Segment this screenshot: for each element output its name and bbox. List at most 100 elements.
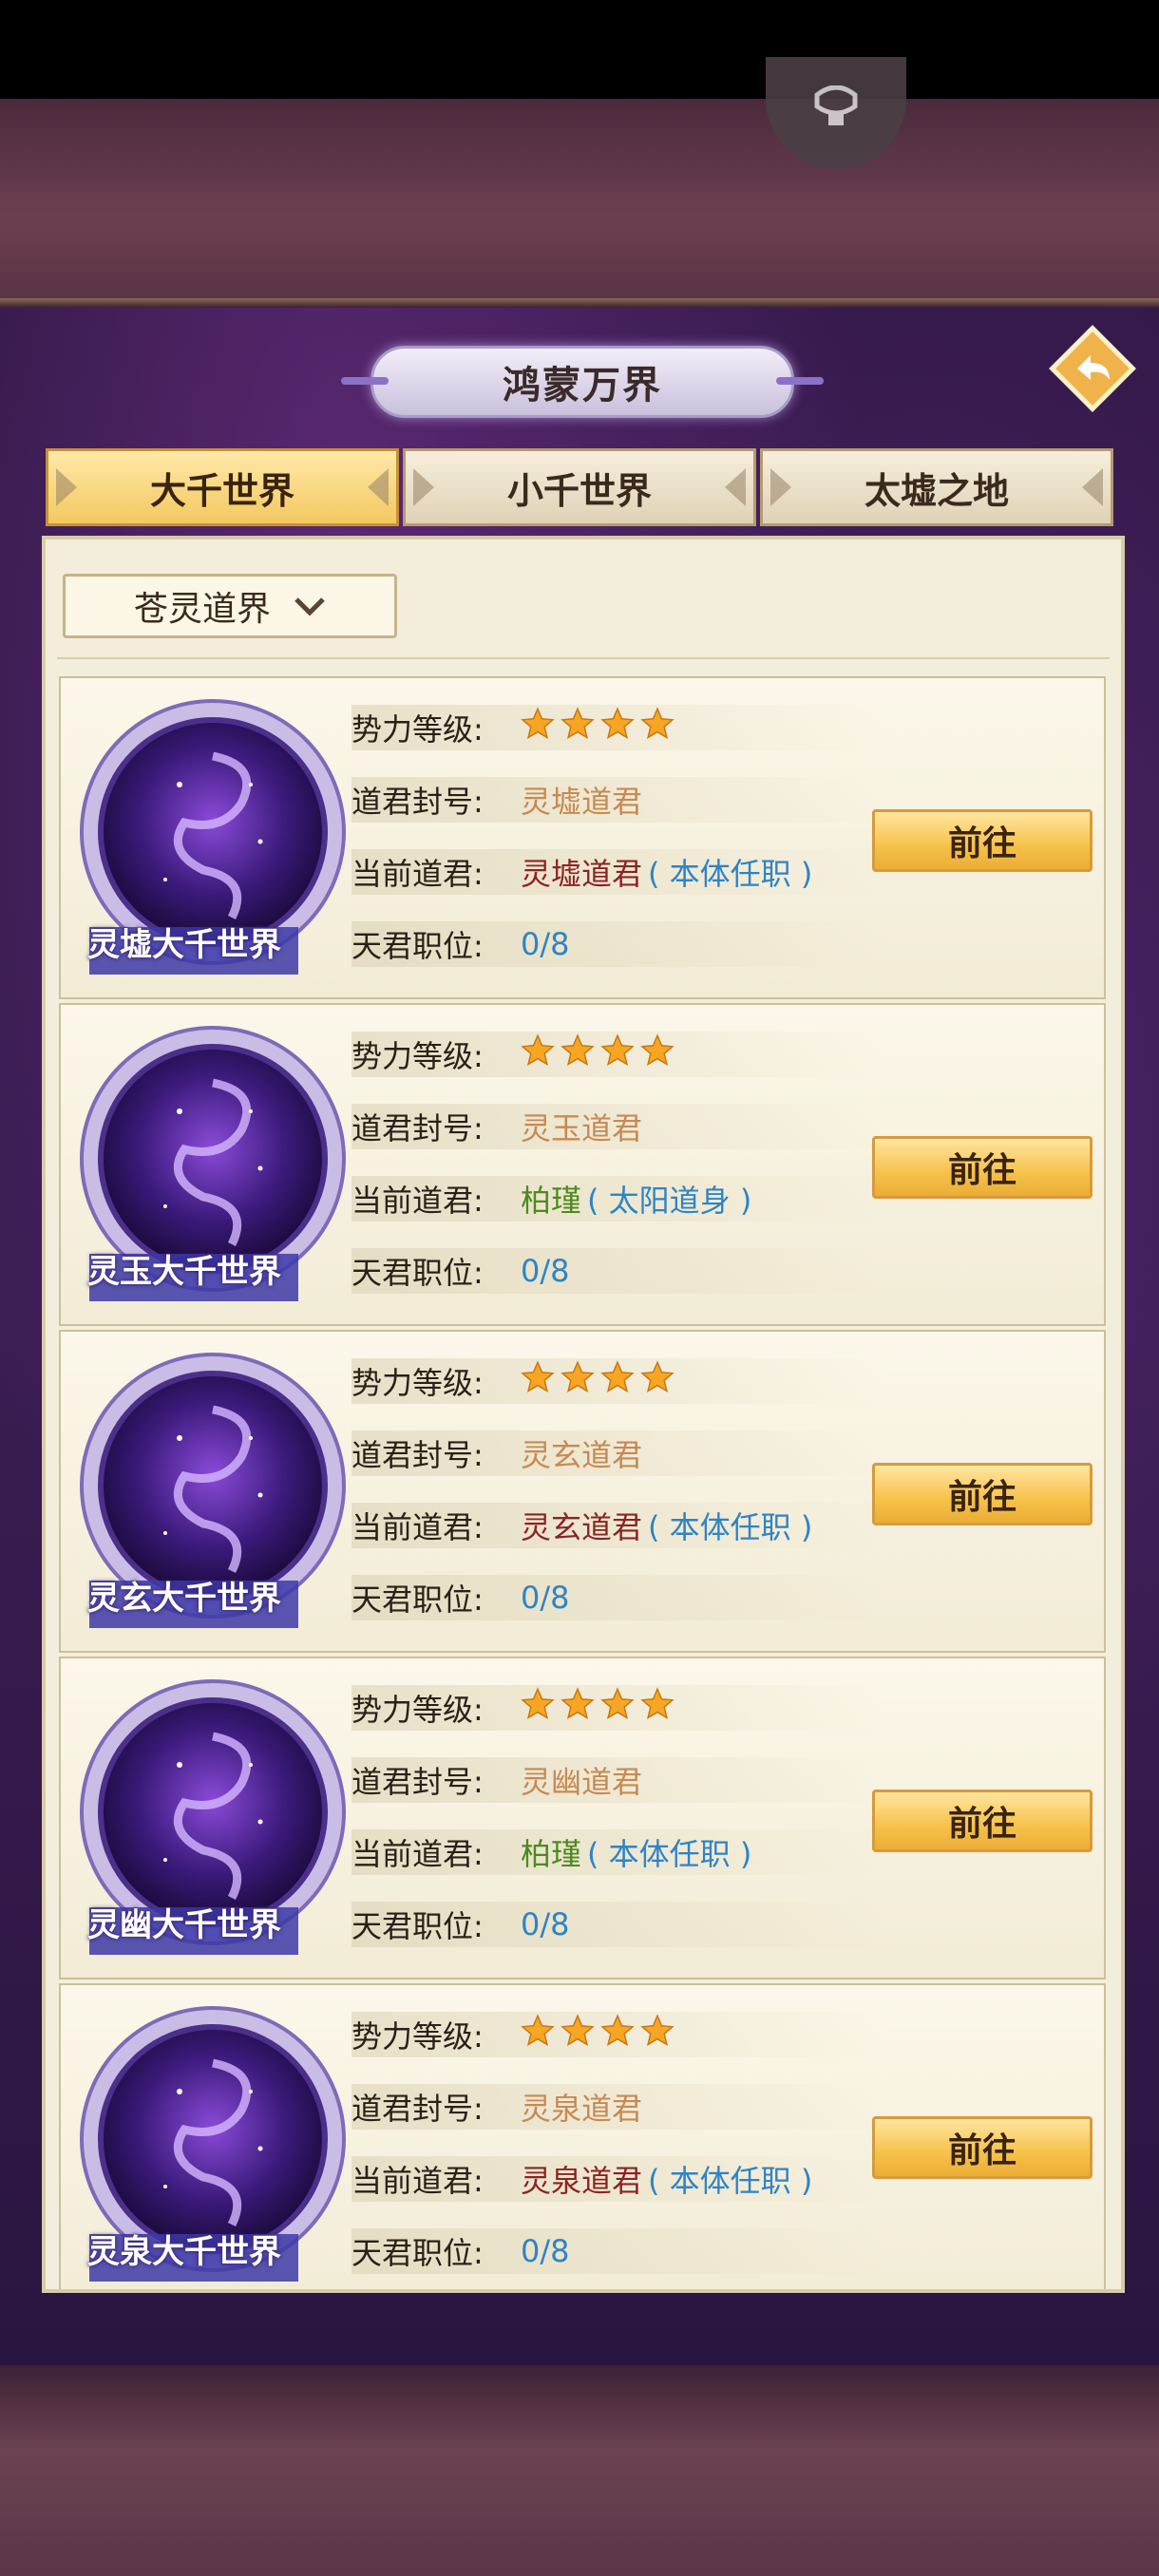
ruler-note: ( 太阳道身 ) — [587, 1183, 752, 1219]
star-rating — [521, 707, 674, 748]
realm-dropdown[interactable]: 苍灵道界 — [63, 574, 397, 638]
level-label: 势力等级: — [352, 1038, 484, 1074]
star-icon — [640, 707, 674, 748]
title-label: 道君封号: — [352, 1764, 484, 1800]
title-ornament-right — [776, 377, 824, 385]
seats-row: 天君职位: 0/8 — [352, 914, 884, 975]
seats-label: 天君职位: — [352, 1582, 484, 1618]
level-row: 势力等级: — [352, 697, 884, 758]
seats-label: 天君职位: — [352, 1908, 484, 1944]
seats-value: 0/8 — [521, 2233, 570, 2269]
ruler-name: 灵泉道君 — [521, 2163, 643, 2199]
level-label: 势力等级: — [352, 711, 484, 748]
go-button-label: 前往 — [947, 1805, 1016, 1844]
star-icon — [521, 707, 555, 748]
world-card: 灵玄大千世界 势力等级: 道君封号: 灵玄道君当前道君: 灵玄道君( 本体任职 ) 天君职… — [59, 1330, 1106, 1653]
star-rating — [521, 1360, 674, 1402]
status-bar — [0, 0, 1159, 99]
go-button-label: 前往 — [947, 1478, 1016, 1517]
seats-row: 天君职位: 0/8 — [352, 1894, 884, 1955]
world-card: 灵墟大千世界 势力等级: 道君封号: 灵墟道君 当前道君: 灵墟道君( 本体任职 ) 天君职… — [59, 676, 1106, 999]
ruler-note: ( 本体任职 ) — [648, 856, 813, 892]
star-rating — [521, 1033, 674, 1075]
ruler-note: ( 本体任职 ) — [648, 2163, 813, 2199]
level-label: 势力等级: — [352, 2018, 484, 2055]
go-button[interactable]: 前往 — [872, 809, 1092, 872]
level-row: 势力等级: — [352, 1024, 884, 1085]
star-rating — [521, 2014, 674, 2055]
ruler-name: 柏瑾 — [521, 1836, 582, 1872]
star-icon — [600, 1687, 635, 1729]
star-icon — [640, 2014, 674, 2055]
tab-small-world[interactable]: 小千世界 — [403, 448, 756, 526]
star-icon — [640, 1033, 674, 1075]
star-icon — [521, 1360, 555, 1402]
ruler-note: ( 本体任职 ) — [587, 1836, 752, 1872]
current-label: 当前道君: — [352, 1183, 484, 1219]
title-ornament-left — [341, 377, 389, 385]
world-name: 灵玄大千世界 — [87, 1580, 281, 1618]
seats-value: 0/8 — [521, 1580, 570, 1616]
title-label: 道君封号: — [352, 784, 484, 820]
bottom-background — [0, 2365, 1159, 2576]
tab-great-world[interactable]: 大千世界 — [46, 448, 399, 526]
seats-label: 天君职位: — [352, 928, 484, 964]
tab-label: 小千世界 — [506, 469, 652, 512]
seats-row: 天君职位: 0/8 — [352, 2221, 884, 2282]
star-icon — [600, 707, 635, 748]
current-label: 当前道君: — [352, 2163, 484, 2199]
tab-label: 大千世界 — [149, 469, 294, 512]
title-row: 道君封号: 灵玄道君 — [352, 1423, 884, 1484]
back-arrow-icon — [1049, 325, 1136, 412]
world-card: 灵泉大千世界 势力等级: 道君封号: 灵泉道君 当前道君: 灵泉道君( 本体任职 ) 天君职… — [59, 1983, 1106, 2289]
world-tabs: 大千世界 小千世界 太墟之地 — [46, 448, 1113, 526]
tab-taixu-land[interactable]: 太墟之地 — [760, 448, 1113, 526]
go-button[interactable]: 前往 — [872, 2116, 1092, 2179]
tab-label: 太墟之地 — [864, 469, 1009, 512]
seats-row: 天君职位: 0/8 — [352, 1567, 884, 1628]
title-row: 道君封号: 灵幽道君 — [352, 1750, 884, 1810]
star-icon — [521, 1033, 555, 1075]
go-button[interactable]: 前往 — [872, 1790, 1092, 1852]
ruler-name: 灵墟道君 — [521, 856, 643, 892]
title-row: 道君封号: 灵墟道君 — [352, 769, 884, 830]
chevron-down-icon — [294, 597, 325, 616]
level-row: 势力等级: — [352, 1351, 884, 1411]
current-row: 当前道君: 灵玄道君( 本体任职 ) — [352, 1495, 922, 1556]
star-icon — [560, 1033, 595, 1075]
page-title: 鸿蒙万界 — [503, 364, 662, 407]
star-icon — [600, 1033, 635, 1075]
world-name: 灵玉大千世界 — [87, 1253, 281, 1291]
title-plate: 鸿蒙万界 — [341, 346, 824, 418]
title-row: 道君封号: 灵玉道君 — [352, 1096, 884, 1157]
ruler-name: 柏瑾 — [521, 1183, 582, 1219]
current-row: 当前道君: 灵泉道君( 本体任职 ) — [352, 2149, 922, 2209]
back-button[interactable] — [1047, 323, 1138, 414]
title-row: 道君封号: 灵泉道君 — [352, 2076, 884, 2137]
realm-dropdown-value: 苍灵道界 — [133, 590, 271, 629]
level-label: 势力等级: — [352, 1365, 484, 1401]
go-button-label: 前往 — [947, 824, 1016, 863]
level-label: 势力等级: — [352, 1692, 484, 1728]
star-icon — [560, 1360, 595, 1402]
seats-label: 天君职位: — [352, 2235, 484, 2271]
go-button[interactable]: 前往 — [872, 1463, 1092, 1525]
seats-label: 天君职位: — [352, 1255, 484, 1291]
title-value: 灵玉道君 — [521, 1110, 643, 1146]
seats-value: 0/8 — [521, 926, 570, 962]
title-label: 道君封号: — [352, 1437, 484, 1473]
top-background — [0, 99, 1159, 308]
star-icon — [600, 1360, 635, 1402]
level-row: 势力等级: — [352, 2004, 884, 2065]
title-value: 灵玄道君 — [521, 1437, 643, 1473]
title-value: 灵幽道君 — [521, 1764, 643, 1800]
current-row: 当前道君: 柏瑾( 本体任职 ) — [352, 1822, 922, 1883]
seats-value: 0/8 — [521, 1253, 570, 1289]
seats-value: 0/8 — [521, 1906, 570, 1942]
title-label: 道君封号: — [352, 2091, 484, 2127]
world-card: 灵玉大千世界 势力等级: 道君封号: 灵玉道君当前道君: 柏瑾( 太阳道身 ) 天君职位:… — [59, 1003, 1106, 1326]
star-icon — [640, 1360, 674, 1402]
go-button[interactable]: 前往 — [872, 1136, 1092, 1199]
seats-row: 天君职位: 0/8 — [352, 1241, 884, 1301]
star-icon — [560, 707, 595, 748]
